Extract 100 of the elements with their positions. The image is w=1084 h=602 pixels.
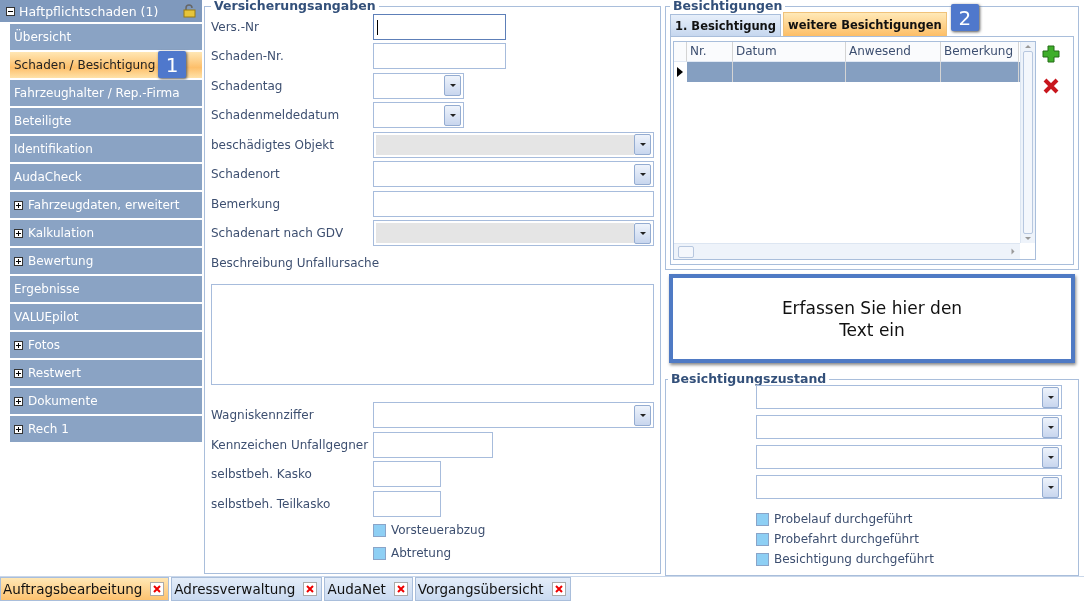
tab[interactable]: weitere Besichtigungen [783,12,947,36]
document-tab[interactable]: Vorgangsübersicht [414,577,571,601]
nav-item-label: VALUEpilot [14,310,79,324]
column-header[interactable]: Nr. [687,42,733,62]
dropdown-field[interactable] [373,161,654,188]
column-header[interactable]: Anwesend [846,42,941,62]
checkbox-label: Vorsteuerabzug [391,523,486,537]
tree-header[interactable]: Haftpflichtschaden (1) [0,0,202,22]
expand-icon[interactable] [14,424,23,434]
dropdown-button[interactable] [1042,476,1059,498]
date-field[interactable] [373,72,464,99]
nav-item[interactable]: Beteiligte [10,108,202,134]
text-field[interactable] [373,190,654,217]
checkbox[interactable] [756,512,769,526]
nav-item[interactable]: Dokumente [10,388,202,414]
dropdown-button[interactable] [1042,386,1059,408]
expand-icon[interactable] [14,200,23,210]
dropdown-button[interactable] [444,104,461,126]
dropdown-field[interactable] [373,402,654,429]
checkbox-label: Besichtigung durchgeführt [774,552,934,566]
column-header[interactable]: Bemerkung [941,42,1019,62]
checkbox[interactable] [373,523,386,537]
section-title: Besichtigungen [672,0,784,12]
nav-item[interactable]: Ergebnisse [10,276,202,302]
instruction-callout: Erfassen Sie hier den Text ein [669,274,1075,363]
nav-item[interactable]: Übersicht [10,24,202,50]
field-label: Beschreibung Unfallursache [211,255,380,270]
text-field[interactable] [373,43,506,70]
collapse-icon[interactable] [6,6,15,16]
field-label: selbstbeh. Teilkasko [211,496,332,511]
checkbox[interactable] [756,532,769,546]
expand-icon[interactable] [14,256,23,266]
nav-item[interactable]: Identifikation [10,136,202,162]
dropdown-button[interactable] [1042,416,1059,438]
document-tab[interactable]: Auftragsbearbeitung [0,577,170,601]
field-label: Vers.-Nr [211,19,260,34]
nav-item[interactable]: Fahrzeugdaten, erweitert [10,192,202,218]
checkbox[interactable] [756,552,769,566]
dropdown-field[interactable] [756,415,1062,439]
tab[interactable]: 1. Besichtigung [670,14,781,36]
document-tab-label: Vorgangsübersicht [417,581,544,597]
field-label: beschädigtes Objekt [211,137,335,152]
nav-item[interactable]: VALUEpilot [10,304,202,330]
dropdown-button[interactable] [1042,446,1059,468]
nav-item-label: Rech 1 [28,422,69,436]
textarea-field[interactable] [211,283,654,385]
nav-item[interactable]: Restwert [10,360,202,386]
close-icon[interactable] [551,582,566,596]
expand-icon[interactable] [14,396,23,406]
document-tab[interactable]: Adressverwaltung [171,577,323,601]
nav-item-label: Kalkulation [28,226,95,240]
nav-item-label: Fahrzeugdaten, erweitert [28,198,180,212]
field-label: Wagniskennziffer [211,408,315,423]
checkbox-label: Abtretung [391,546,452,560]
close-icon[interactable] [303,582,318,596]
field-label: Kennzeichen Unfallgegner [211,437,370,452]
nav-item[interactable]: AudaCheck [10,164,202,190]
vertical-scrollbar[interactable] [1020,42,1035,243]
text-field[interactable] [373,490,441,517]
dropdown-field[interactable] [756,385,1062,409]
close-icon[interactable] [150,582,165,596]
checkbox-label: Probelauf durchgeführt [774,512,913,526]
text-field[interactable] [373,431,493,458]
column-header[interactable]: Datum [733,42,846,62]
row-pointer-icon [677,67,683,77]
expand-icon[interactable] [14,340,23,350]
grid-row[interactable] [674,62,1020,82]
dropdown-button[interactable] [634,163,651,185]
section-title: Besichtigungszustand [670,373,828,385]
nav-item[interactable]: Fotos [10,332,202,358]
text-field[interactable] [373,461,441,488]
nav-item-label: Fahrzeughalter / Rep.-Firma [14,86,180,100]
text-field[interactable] [373,13,506,40]
dropdown-button[interactable] [634,404,651,426]
nav-item[interactable]: Rech 1 [10,416,202,442]
dropdown-button[interactable] [444,75,461,97]
nav-item-label: Beteiligte [14,114,72,128]
document-tab-label: AudaNet [327,581,386,597]
step-marker: 1 [158,51,186,78]
dropdown-field[interactable] [756,475,1062,499]
expand-icon[interactable] [14,368,23,378]
horizontal-scrollbar[interactable] [674,243,1020,259]
checkbox[interactable] [373,546,386,560]
date-field[interactable] [373,102,464,129]
close-icon[interactable] [393,582,408,596]
nav-item[interactable]: Bewertung [10,248,202,274]
nav-item[interactable]: Kalkulation [10,220,202,246]
document-tab[interactable]: AudaNet [324,577,413,601]
field-label: Schadenart nach GDV [211,226,345,241]
field-label: Schadenort [211,167,281,182]
nav-item-label: AudaCheck [14,170,82,184]
expand-icon[interactable] [14,228,23,238]
dropdown-field[interactable] [756,445,1062,469]
field-label: Schaden-Nr. [211,49,285,64]
delete-icon[interactable] [1042,77,1060,95]
nav-item-label: Fotos [28,338,61,352]
row-header-corner [674,42,687,62]
add-icon[interactable] [1042,45,1060,63]
nav-item[interactable]: Fahrzeughalter / Rep.-Firma [10,80,202,106]
nav-item[interactable]: Schaden / Besichtigung 1 [10,52,202,78]
